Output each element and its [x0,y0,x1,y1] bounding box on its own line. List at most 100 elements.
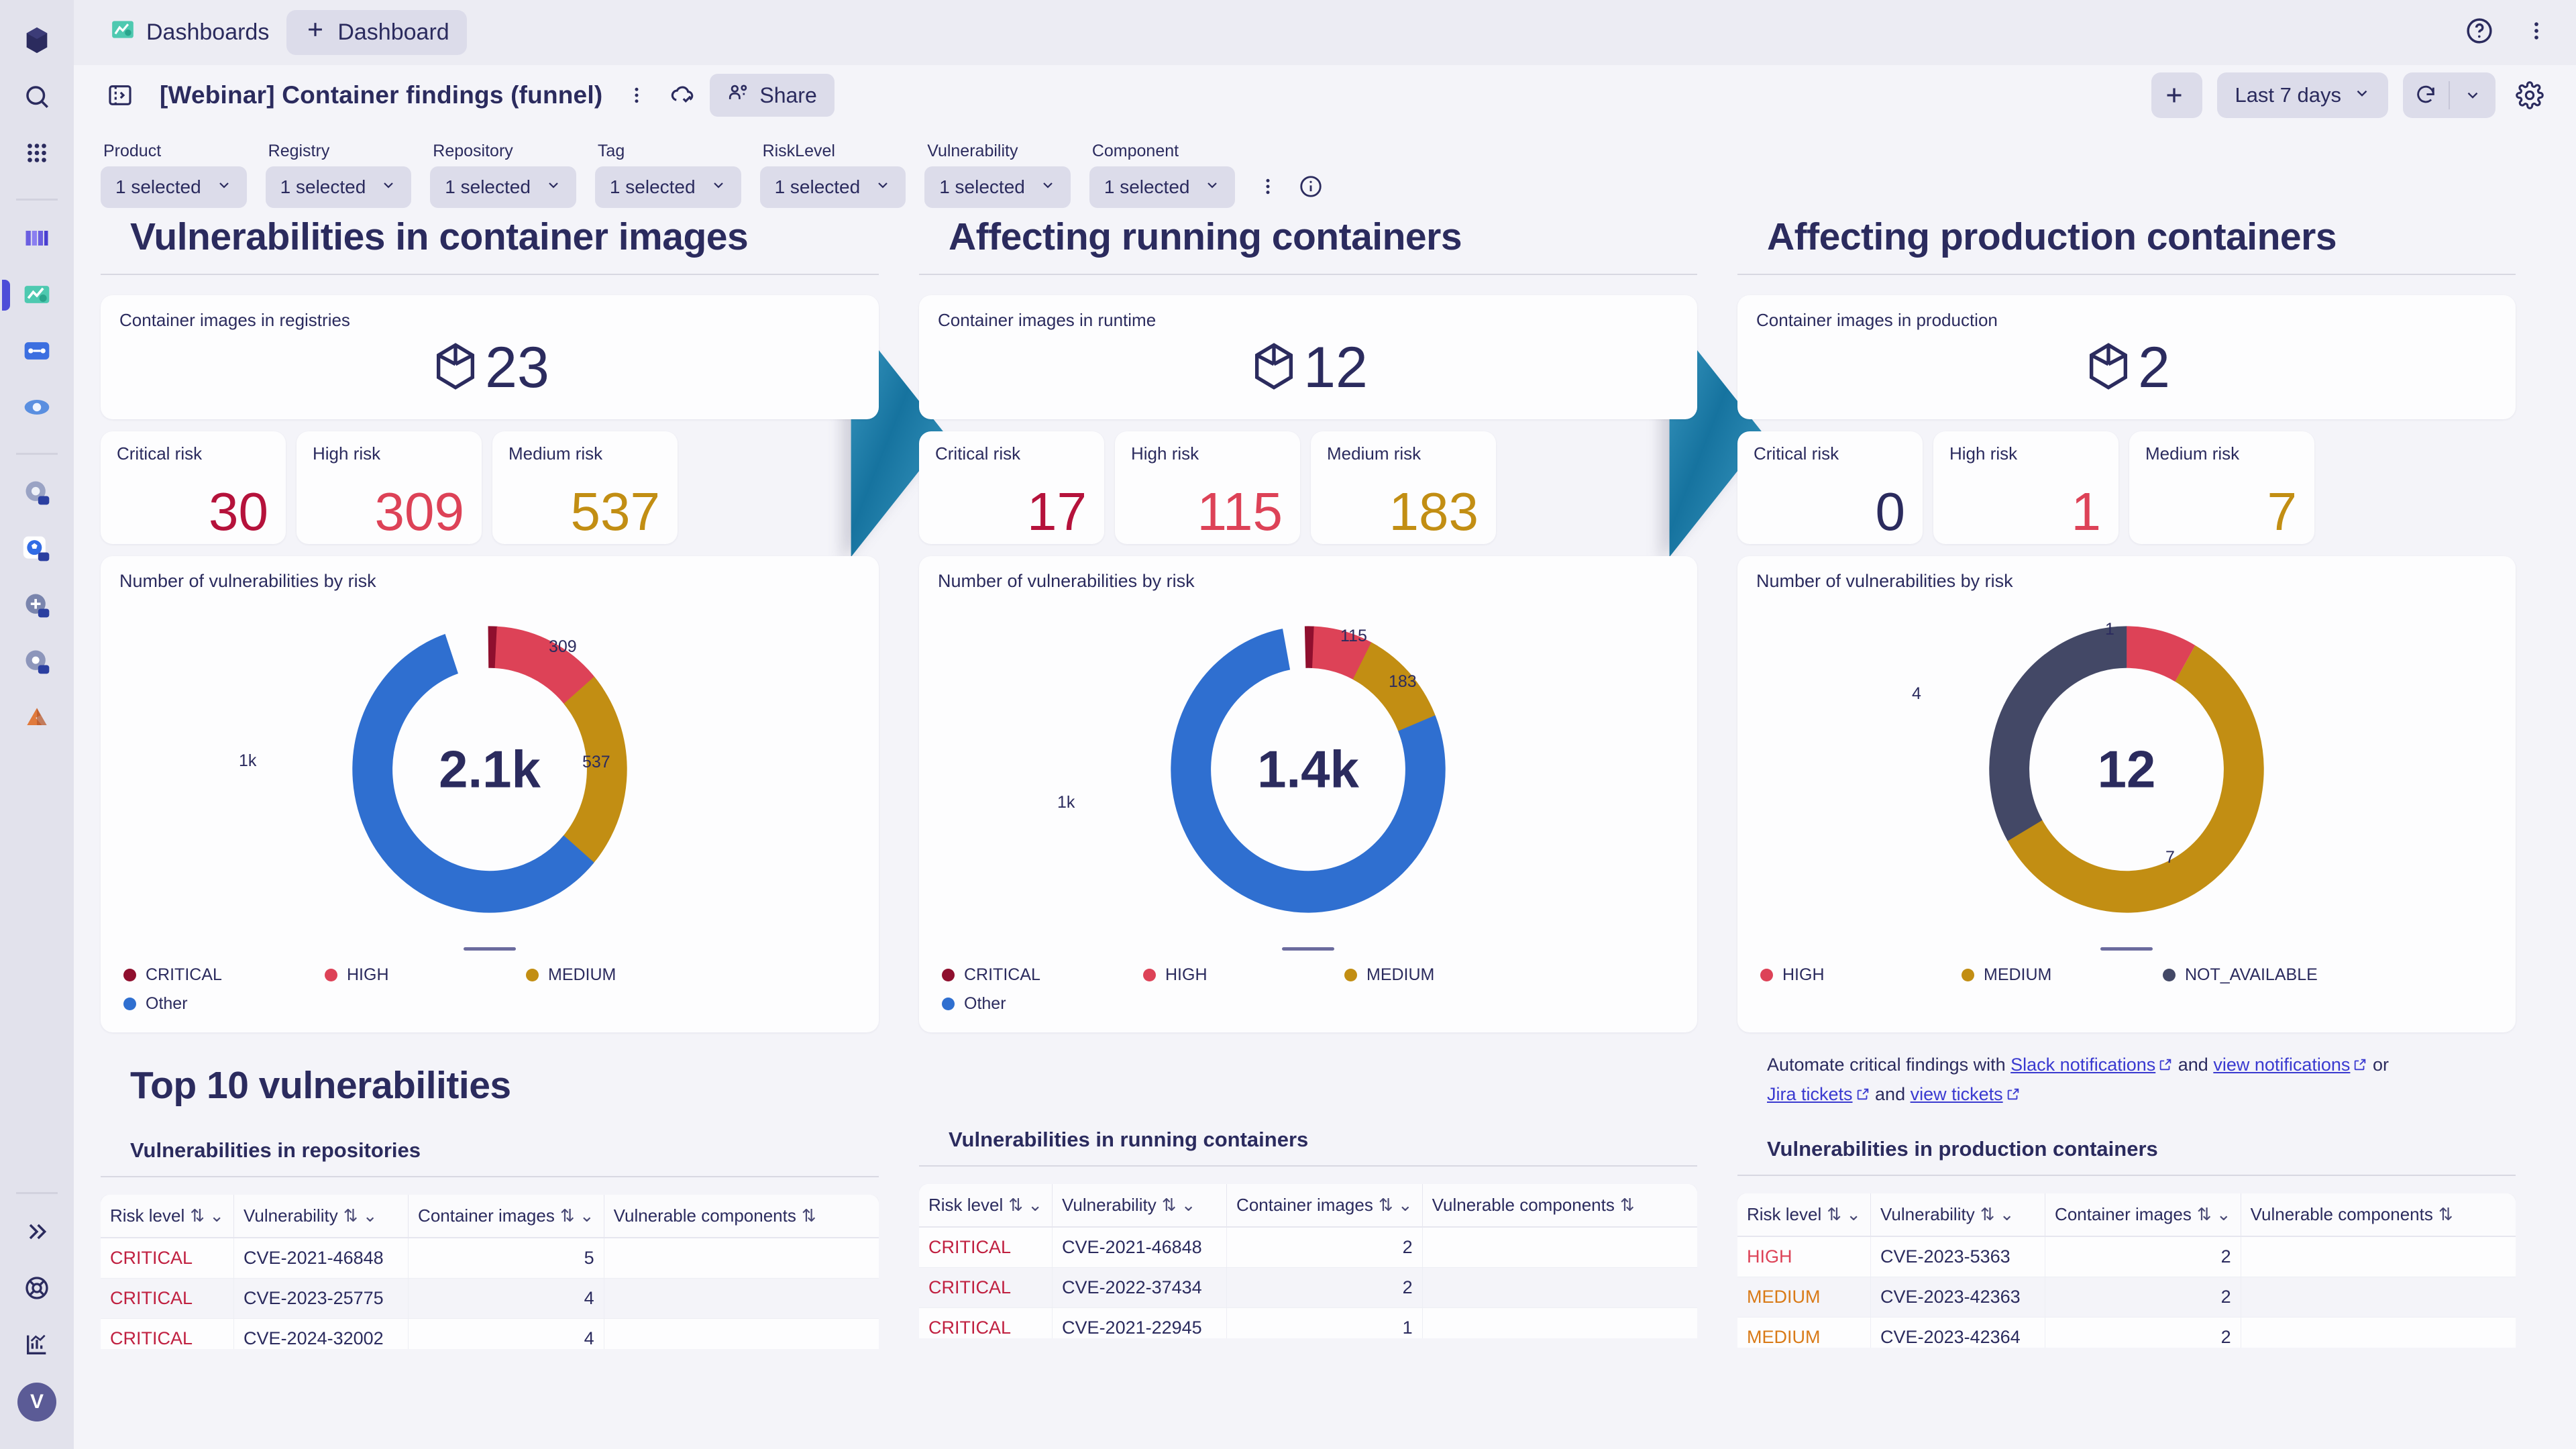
filter-tag-select[interactable]: 1 selected [594,166,741,208]
table-body: CRITICAL CVE-2021-46848 5 CRITICAL CVE-2023-… [101,1238,879,1349]
risk-card-medium: Medium risk 183 [1311,431,1496,544]
th-risk-level[interactable]: Risk level ⇅ ⌄ [919,1184,1053,1228]
time-range-picker[interactable]: Last 7 days [2217,72,2388,118]
risk-card-medium: Medium risk 7 [2129,431,2314,544]
filter-repository-select[interactable]: 1 selected [430,166,576,208]
donut-chart-3[interactable]: 12 1 7 4 [1756,592,2497,947]
table-row[interactable]: CRITICAL CVE-2021-22945 1 [919,1307,1697,1338]
external-link-icon [1856,1082,1870,1110]
info-circle-icon[interactable] [1298,174,1324,203]
sidebar-item-settings-1[interactable] [13,470,61,518]
table-row[interactable]: CRITICAL CVE-2022-37434 2 [919,1267,1697,1308]
table-row[interactable]: MEDIUM CVE-2023-42363 2 [1737,1277,2516,1318]
user-avatar[interactable]: V [13,1378,61,1426]
th-risk-level[interactable]: Risk level ⇅ ⌄ [1737,1193,1872,1237]
cell-vulnerability: CVE-2022-37434 [1052,1267,1228,1308]
filter-label: Tag [597,142,625,160]
cell-risk-level: CRITICAL [101,1238,235,1279]
sidebar-item-kubernetes[interactable] [13,526,61,574]
risk-label: Medium risk [2145,443,2240,464]
legend-item-high[interactable]: HIGH [1760,965,1962,985]
th-vulnerability[interactable]: Vulnerability ⇅ ⌄ [1052,1184,1228,1228]
table-row[interactable]: CRITICAL CVE-2023-25775 4 [101,1278,879,1319]
filter-tag: Tag 1 selected [594,142,741,208]
share-label: Share [759,83,817,107]
donut-chart-1[interactable]: 2.1k 309 537 1k [119,592,860,947]
cloud-saved-icon[interactable] [663,76,702,115]
legend-item-medium[interactable]: MEDIUM [1344,965,1546,985]
legend-item-high[interactable]: HIGH [325,965,526,985]
legend-item-medium[interactable]: MEDIUM [1962,965,2163,985]
table-row[interactable]: CRITICAL CVE-2021-46848 2 [919,1227,1697,1268]
table-row[interactable]: CRITICAL CVE-2021-46848 5 [101,1238,879,1279]
cell-container-images: 2 [2045,1236,2241,1277]
nav-dashboards[interactable]: Dashboards [93,9,286,56]
th-container-images[interactable]: Container images ⇅ ⌄ [408,1195,604,1238]
legend-item-critical[interactable]: CRITICAL [942,965,1143,985]
sidebar-item-support[interactable] [13,1265,61,1313]
gear-icon[interactable] [2510,76,2549,115]
nav-new-dashboard[interactable]: Dashboard [286,10,467,55]
sidebar-item-pipelines[interactable] [13,328,61,376]
legend-item-notavailable[interactable]: NOT_AVAILABLE [2163,965,2364,985]
add-panel-button[interactable] [2151,72,2203,118]
sidebar-item-dashboards[interactable] [2,272,61,320]
filter-risklevel-select[interactable]: 1 selected [759,166,906,208]
table-row[interactable]: HIGH CVE-2023-5363 2 [1737,1236,2516,1277]
card-label: Container images in registries [119,310,350,330]
sidebar-item-insights[interactable] [13,384,61,433]
th-vulnerable-components[interactable]: Vulnerable components ⇅ [2241,1193,2516,1237]
help-circle-icon[interactable] [2465,16,2494,49]
panel-icon[interactable] [101,76,140,115]
th-container-images[interactable]: Container images ⇅ ⌄ [1226,1184,1423,1228]
legend-item-critical[interactable]: CRITICAL [123,965,325,985]
view-notifications-link[interactable]: view notifications [2213,1055,2350,1075]
refresh-icon[interactable] [2403,72,2449,118]
filter-component-select[interactable]: 1 selected [1089,166,1236,208]
sidebar-item-apps[interactable] [13,130,61,178]
share-button[interactable]: Share [710,74,835,117]
slack-notifications-link[interactable]: Slack notifications [2010,1055,2155,1075]
more-vertical-icon[interactable] [2525,19,2548,46]
th-vulnerable-components[interactable]: Vulnerable components ⇅ [604,1195,879,1238]
cell-vulnerability: CVE-2023-5363 [1870,1236,2046,1277]
refresh-control[interactable] [2403,72,2496,118]
filter-vulnerability-select[interactable]: 1 selected [924,166,1071,208]
sidebar-item-reports[interactable] [13,1322,61,1370]
sidebar-item-search[interactable] [13,74,61,122]
table-row[interactable]: CRITICAL CVE-2024-32002 4 [101,1318,879,1349]
donut-chart-2[interactable]: 1.4k 115 183 1k [938,592,1678,947]
more-vertical-icon[interactable] [617,76,656,115]
legend-item-other[interactable]: Other [942,994,1143,1014]
sidebar-item-config[interactable] [13,639,61,687]
view-tickets-link[interactable]: view tickets [1911,1084,2003,1104]
legend-label: CRITICAL [964,965,1040,984]
th-risk-level[interactable]: Risk level ⇅ ⌄ [101,1195,235,1238]
legend-item-other[interactable]: Other [123,994,325,1014]
sidebar-item-logo[interactable] [13,17,61,66]
th-vulnerability[interactable]: Vulnerability ⇅ ⌄ [1870,1193,2046,1237]
chart-legend-1: CRITICAL HIGH MEDIUM Other [119,965,860,1023]
legend-item-medium[interactable]: MEDIUM [526,965,727,985]
refresh-interval-chevron-icon[interactable] [2450,72,2496,118]
more-vertical-icon[interactable] [1258,176,1278,200]
sidebar-item-integrations[interactable] [13,695,61,743]
sidebar-item-builds[interactable] [13,582,61,631]
filter-vulnerability: Vulnerability 1 selected [924,142,1071,208]
sidebar-item-expand[interactable] [13,1209,61,1257]
cell-container-images: 2 [2045,1277,2241,1318]
filter-registry-select[interactable]: 1 selected [265,166,412,208]
cube-logo-icon [21,25,52,59]
risk-value: 1 [2071,482,2102,541]
search-icon [23,83,51,114]
legend-dot [325,969,337,981]
sidebar-item-inventory[interactable] [13,215,61,264]
table-row[interactable]: MEDIUM CVE-2023-42364 2 [1737,1317,2516,1348]
risk-card-medium: Medium risk 537 [492,431,678,544]
th-vulnerability[interactable]: Vulnerability ⇅ ⌄ [233,1195,409,1238]
th-vulnerable-components[interactable]: Vulnerable components ⇅ [1422,1184,1697,1228]
jira-tickets-link[interactable]: Jira tickets [1767,1084,1853,1104]
filter-product-select[interactable]: 1 selected [101,166,247,208]
legend-item-high[interactable]: HIGH [1143,965,1344,985]
th-container-images[interactable]: Container images ⇅ ⌄ [2045,1193,2241,1237]
